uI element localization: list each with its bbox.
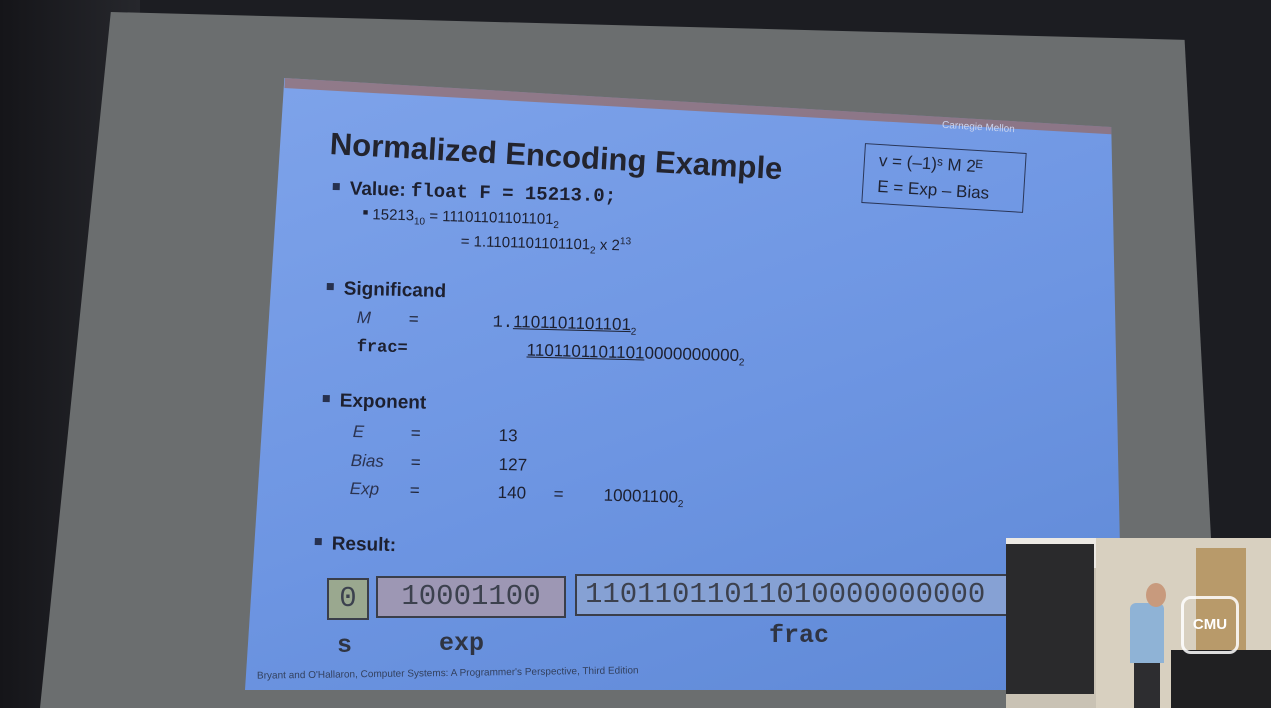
exponent-label: Exponent (339, 390, 427, 414)
bullet-square-icon (326, 283, 334, 291)
significand-frac-row: frac= 110110110110100000000002 (356, 336, 744, 369)
frac-name: frac= (356, 337, 408, 359)
binary-base: 2 (553, 219, 560, 232)
result-label: Result: (331, 533, 397, 557)
exponent-row-bias: Bias = 127 (350, 451, 528, 476)
decimal-base: 10 (413, 216, 426, 228)
formula-line-1: v = (–1)ˢ M 2ᴱ (878, 151, 984, 177)
value-label: Value: (349, 178, 412, 202)
exponent-row-e: E = 13 (352, 422, 518, 446)
significand-label: Significand (343, 278, 447, 303)
exp-bits-box: 10001100 (376, 576, 566, 618)
value-code: float F = 15213.0; (410, 180, 617, 208)
cam-presenter-body (1130, 603, 1164, 663)
exp-binary: 10001100 (603, 485, 679, 507)
value-bullet: Value: float F = 15213.0; (332, 178, 616, 207)
value-subline-1: ■ 1521310 = 111011011011012 (362, 206, 559, 231)
frac-field-label: frac (769, 621, 830, 650)
bullet-square-icon (332, 183, 340, 191)
m-prefix: 1. (492, 313, 514, 334)
bias-equals: = (410, 452, 421, 472)
m-base: 2 (630, 326, 637, 338)
slide-footer: Bryant and O'Hallaron, Computer Systems:… (256, 665, 639, 682)
cam-blackboard (1006, 544, 1094, 694)
normalized-value: = 1.1101101101101 (460, 232, 591, 254)
webcam-inset: CMU (1006, 538, 1271, 708)
exp-binary-base: 2 (677, 498, 684, 511)
bias-value: 127 (498, 454, 528, 475)
exp-name: Exp (349, 479, 380, 499)
exp-field-label: exp (439, 629, 485, 658)
cam-presenter-legs (1134, 663, 1160, 708)
sign-field-label: s (337, 631, 353, 660)
formula-box: v = (–1)ˢ M 2ᴱ E = Exp – Bias (861, 143, 1027, 213)
power-base: x 2 (595, 236, 621, 255)
cam-presenter-head (1146, 583, 1166, 607)
binary-value: = 11101101101101 (424, 207, 554, 228)
frac-underlined: 1101101101101 (526, 340, 645, 363)
significand-m-row: M = 1.11011011011012 (356, 308, 637, 338)
exponent-bullet: Exponent (322, 390, 427, 415)
e-name: E (352, 422, 365, 442)
exp-equals-2: = (553, 484, 564, 504)
result-bullet: Result: (314, 533, 396, 557)
exp-equals: = (409, 480, 420, 500)
e-value: 13 (498, 425, 518, 446)
m-value: 1101101101101 (512, 312, 632, 335)
sub-bullet-icon: ■ (362, 206, 369, 218)
m-equals: = (408, 309, 419, 329)
sign-bit-box: 0 (327, 578, 369, 620)
bias-name: Bias (350, 451, 385, 471)
tv-logo-icon: CMU (1181, 596, 1239, 654)
bullet-square-icon (322, 395, 330, 403)
e-equals: = (410, 423, 421, 443)
frac-base: 2 (738, 357, 745, 369)
slide-title: Normalized Encoding Example (329, 126, 784, 187)
exponent-row-exp: Exp = 140 = 100011002 (349, 479, 684, 511)
slide: Carnegie Mellon Normalized Encoding Exam… (245, 78, 1120, 690)
exp-value: 140 (497, 482, 527, 503)
value-subline-2: = 1.11011011011012 x 213 (460, 232, 632, 257)
significand-bullet: Significand (326, 278, 446, 303)
power-exponent: 13 (619, 236, 632, 248)
decimal-value: 15213 (372, 206, 415, 225)
m-name: M (356, 308, 372, 328)
formula-line-2: E = Exp – Bias (876, 176, 990, 203)
cam-desk (1171, 650, 1271, 708)
frac-zeros: 0000000000 (644, 343, 740, 366)
bullet-square-icon (314, 538, 322, 546)
